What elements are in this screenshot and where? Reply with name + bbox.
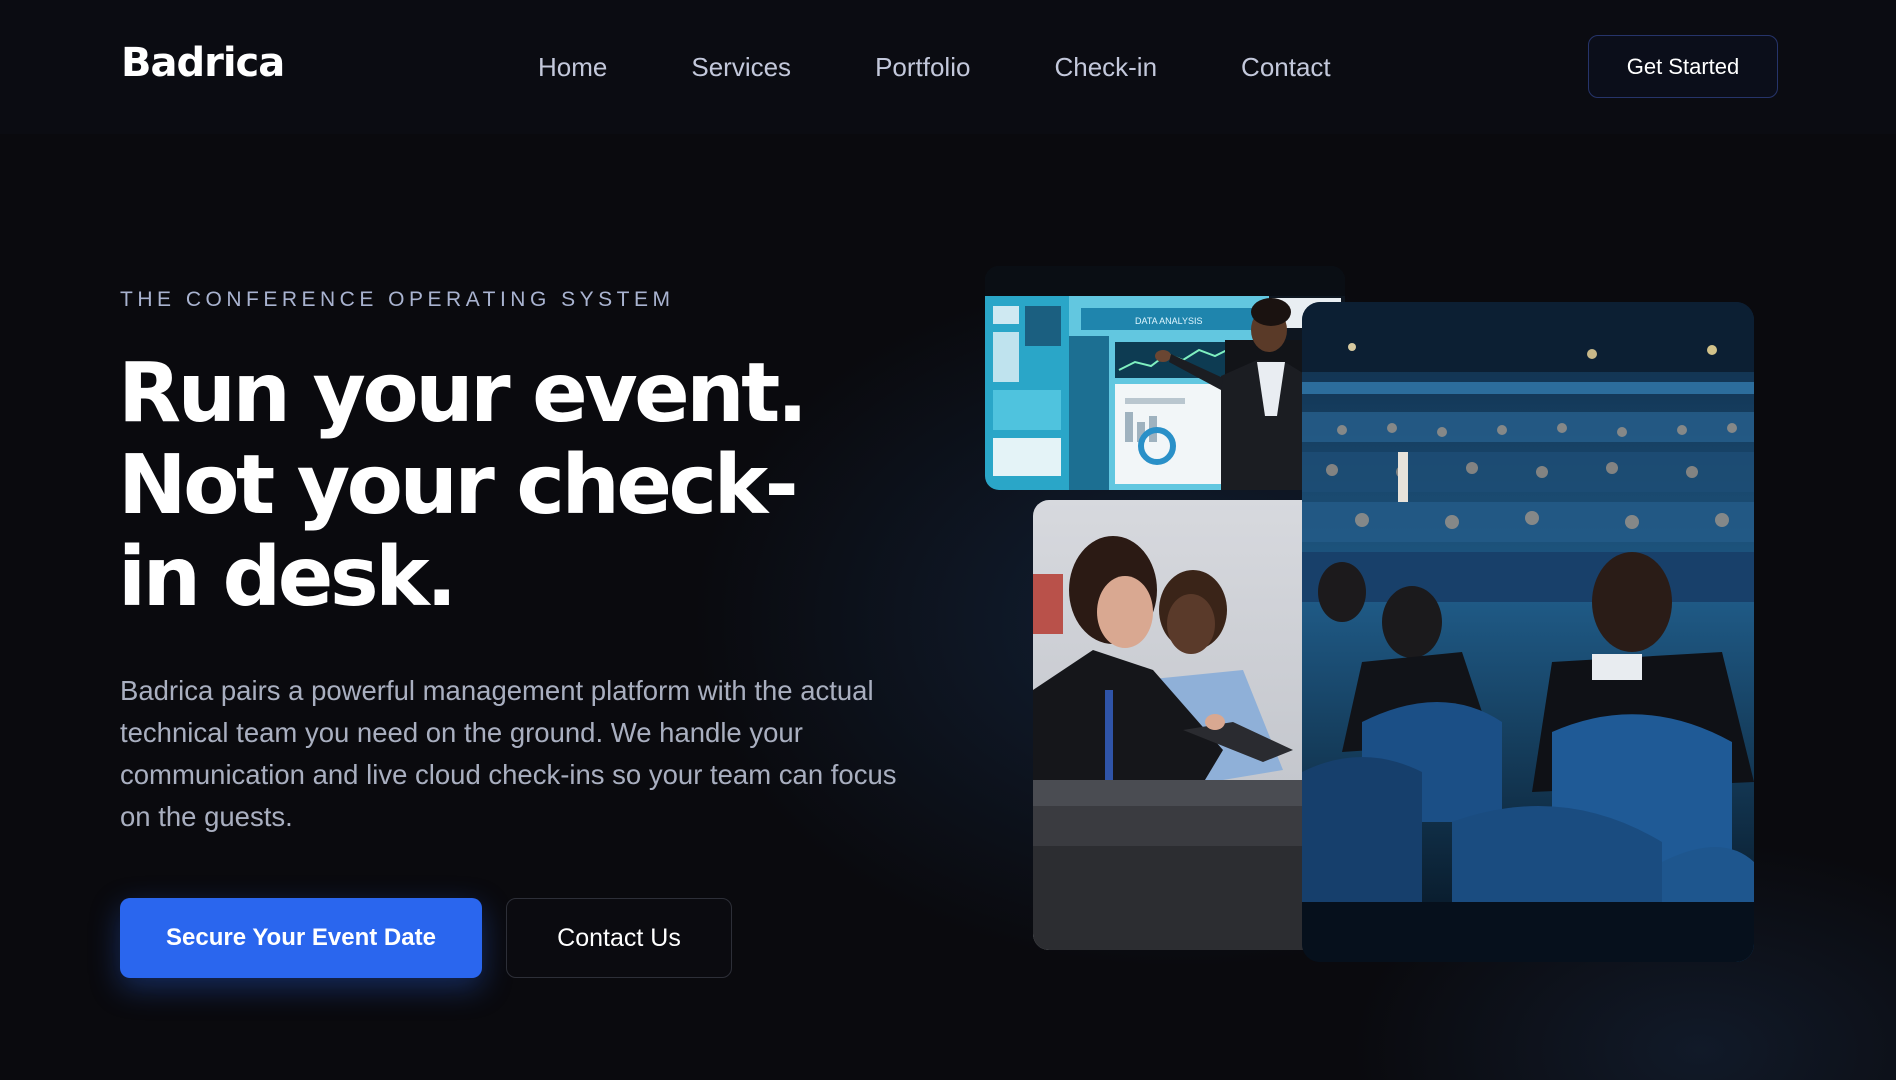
headline-line-3: in desk. xyxy=(118,530,457,625)
nav-link-check-in[interactable]: Check-in xyxy=(1054,52,1157,83)
landing-page: Badrica Home Services Portfolio Check-in… xyxy=(0,0,1896,1080)
speaker-photo: DATA ANALYSIS xyxy=(985,266,1345,490)
brand-logo[interactable]: Badrica xyxy=(121,40,285,86)
top-navigation: Badrica Home Services Portfolio Check-in… xyxy=(0,0,1896,134)
contact-us-button[interactable]: Contact Us xyxy=(506,898,732,978)
secure-event-date-button[interactable]: Secure Your Event Date xyxy=(120,898,482,978)
nav-link-home[interactable]: Home xyxy=(538,52,607,83)
headline-line-1: Run your event. xyxy=(118,346,808,441)
nav-links: Home Services Portfolio Check-in Contact xyxy=(538,52,1331,83)
hero-description: Badrica pairs a powerful management plat… xyxy=(120,675,897,832)
nav-link-portfolio[interactable]: Portfolio xyxy=(875,52,970,83)
audience-photo xyxy=(1302,302,1754,962)
screen-text: DATA ANALYSIS xyxy=(1135,316,1203,326)
nav-link-contact[interactable]: Contact xyxy=(1241,52,1331,83)
get-started-button[interactable]: Get Started xyxy=(1588,35,1778,98)
nav-link-services[interactable]: Services xyxy=(691,52,791,83)
attendees-photo xyxy=(1033,500,1323,950)
headline-line-2: Not your check- xyxy=(118,438,799,533)
hero-headline: Run your event. Not your check- in desk. xyxy=(118,348,878,624)
hero-eyebrow: THE CONFERENCE OPERATING SYSTEM xyxy=(120,288,675,311)
